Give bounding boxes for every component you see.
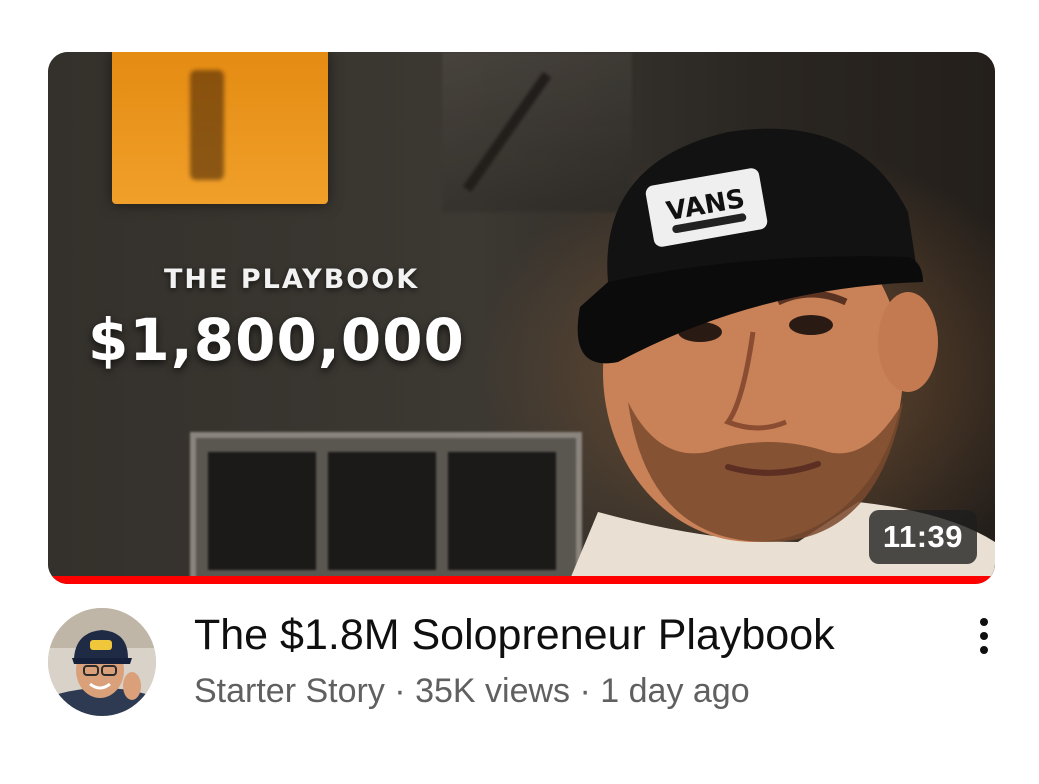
meta-separator: ·: [394, 672, 406, 710]
video-thumbnail[interactable]: VANS THE PLAYBOOK $1,800,000 11:39: [48, 52, 995, 584]
watch-progress-bar: [48, 576, 995, 584]
more-vertical-icon[interactable]: [964, 614, 1004, 658]
thumbnail-amount: $1,800,000: [88, 306, 465, 374]
thumbnail-subtitle: THE PLAYBOOK: [164, 264, 420, 295]
channel-name[interactable]: Starter Story: [194, 672, 385, 710]
watch-progress-fill: [48, 576, 995, 584]
person-image: VANS: [568, 128, 995, 584]
video-title[interactable]: The $1.8M Solopreneur Playbook: [194, 609, 835, 661]
video-metadata: Starter Story · 35K views · 1 day ago: [194, 670, 750, 712]
upload-age: 1 day ago: [600, 672, 750, 710]
background-orange-sign: [112, 52, 328, 204]
duration-badge: 11:39: [868, 510, 977, 564]
channel-avatar[interactable]: [48, 608, 156, 716]
background-amplifier: [190, 432, 582, 584]
view-count: 35K views: [415, 672, 571, 710]
meta-separator: ·: [579, 672, 591, 710]
